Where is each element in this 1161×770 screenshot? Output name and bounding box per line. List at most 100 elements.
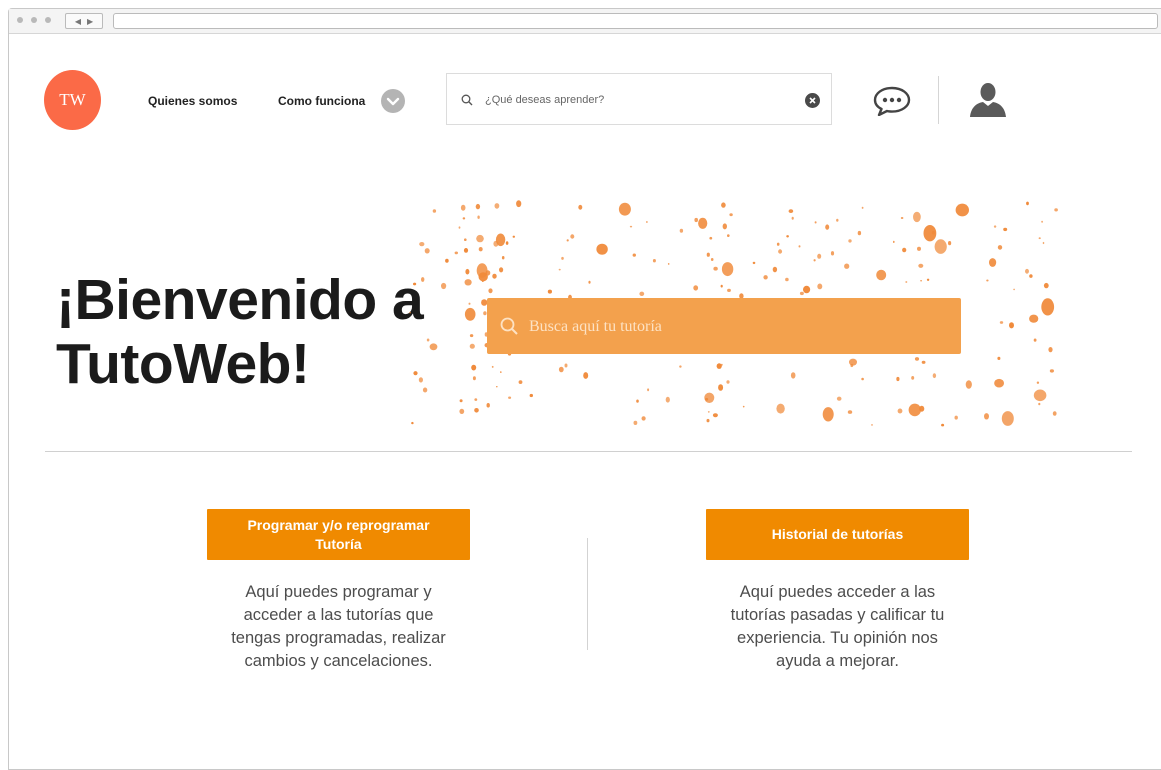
paint-dot	[409, 311, 411, 314]
paint-dot	[920, 280, 922, 282]
paint-dot	[722, 223, 727, 230]
paint-dot	[932, 373, 937, 379]
nav-como-funciona[interactable]: Como funciona	[278, 94, 365, 108]
paint-dot	[999, 321, 1004, 324]
logo[interactable]: TW	[44, 70, 101, 130]
paint-dot	[718, 384, 724, 391]
paint-dot	[726, 380, 730, 384]
paint-dot	[712, 413, 718, 418]
paint-dot	[432, 209, 437, 213]
paint-dot	[458, 226, 461, 229]
paint-dot	[1038, 237, 1041, 240]
paint-dot	[529, 393, 533, 398]
paint-dot	[785, 277, 789, 282]
hero-search-input[interactable]: Busca aquí tu tutoría	[487, 298, 961, 354]
paint-dot	[496, 386, 498, 388]
window-dot[interactable]	[17, 17, 23, 23]
paint-dot	[1041, 298, 1055, 316]
paint-dot	[459, 399, 463, 403]
paint-dot	[791, 216, 794, 220]
chevron-down-icon[interactable]	[381, 89, 405, 113]
paint-dot	[679, 228, 684, 233]
search-icon	[500, 317, 518, 340]
paint-dot	[917, 246, 921, 251]
paint-dot	[848, 239, 852, 243]
paint-dot	[424, 248, 430, 254]
schedule-tutoring-button[interactable]: Programar y/o reprogramar Tutoría	[207, 509, 470, 560]
window-dot[interactable]	[45, 17, 51, 23]
paint-dot	[997, 245, 1003, 250]
paint-dot	[913, 211, 921, 223]
paint-dot	[790, 372, 796, 379]
chat-icon[interactable]	[873, 86, 911, 121]
paint-dot	[727, 234, 730, 237]
paint-dot	[776, 242, 780, 246]
clear-icon[interactable]	[805, 93, 820, 108]
paint-dot	[905, 281, 908, 283]
paint-dot	[693, 285, 699, 291]
paint-dot	[426, 338, 430, 342]
paint-dot	[965, 380, 972, 389]
paint-dot	[847, 410, 853, 414]
paint-dot	[488, 288, 493, 294]
window-dot[interactable]	[31, 17, 37, 23]
paint-dot	[778, 249, 783, 254]
paint-dot	[570, 234, 575, 239]
paint-dot	[698, 217, 708, 229]
paint-dot	[742, 405, 745, 408]
paint-dot	[729, 213, 733, 217]
paint-dot	[1041, 220, 1043, 223]
paint-dot	[721, 262, 734, 277]
paint-dot	[418, 377, 423, 383]
paint-dot	[429, 343, 438, 351]
paint-dot	[926, 278, 930, 281]
paint-dot	[469, 343, 475, 349]
paint-dot	[704, 392, 715, 403]
description-line: ayuda a mejorar.	[776, 652, 899, 670]
paint-dot	[665, 396, 670, 403]
paint-dot	[501, 256, 505, 260]
paint-dot	[830, 251, 835, 256]
paint-dot	[825, 224, 830, 230]
paint-dot	[817, 253, 822, 259]
header-search-input[interactable]: ¿Qué deseas aprender?	[446, 73, 832, 125]
paint-dot	[1054, 208, 1058, 212]
browser-nav-buttons[interactable]: ◀ ▶	[65, 13, 103, 29]
paint-dot	[561, 256, 564, 260]
paint-dot	[464, 279, 472, 286]
user-icon[interactable]	[968, 82, 1008, 123]
paint-dot	[1033, 389, 1047, 402]
paint-dot	[914, 357, 920, 361]
paint-dot	[1026, 201, 1029, 206]
nav-quienes-somos[interactable]: Quienes somos	[148, 94, 237, 108]
history-description: Aquí puedes acceder a las tutorías pasad…	[692, 581, 983, 673]
paint-dot	[799, 291, 804, 296]
logo-text: TW	[59, 90, 86, 109]
description-line: cambios y cancelaciones.	[244, 652, 433, 670]
paint-dot	[989, 258, 997, 267]
paint-dot	[918, 263, 924, 268]
paint-dot	[468, 302, 471, 305]
paint-dot	[727, 288, 731, 292]
paint-dot	[505, 241, 509, 245]
paint-dot	[1042, 241, 1045, 245]
paint-dot	[954, 415, 958, 420]
paint-dot	[486, 403, 490, 408]
paint-dot	[786, 235, 789, 238]
description-line: experiencia. Tu opinión nos	[737, 629, 938, 647]
paint-dot	[462, 217, 466, 220]
paint-dot	[1013, 288, 1015, 291]
schedule-description: Aquí puedes programar y acceder a las tu…	[202, 581, 475, 673]
paint-dot	[1038, 402, 1041, 406]
paint-dot	[476, 263, 488, 278]
paint-dot	[422, 387, 428, 393]
paint-dot	[464, 307, 476, 321]
back-icon[interactable]: ◀	[75, 17, 81, 26]
paint-dot	[469, 334, 474, 338]
forward-icon[interactable]: ▶	[87, 17, 93, 26]
address-bar[interactable]	[113, 13, 1158, 29]
tutoring-history-button[interactable]: Historial de tutorías	[706, 509, 969, 560]
paint-dot	[707, 411, 710, 413]
paint-dot	[499, 267, 504, 273]
paint-dot	[921, 360, 926, 364]
